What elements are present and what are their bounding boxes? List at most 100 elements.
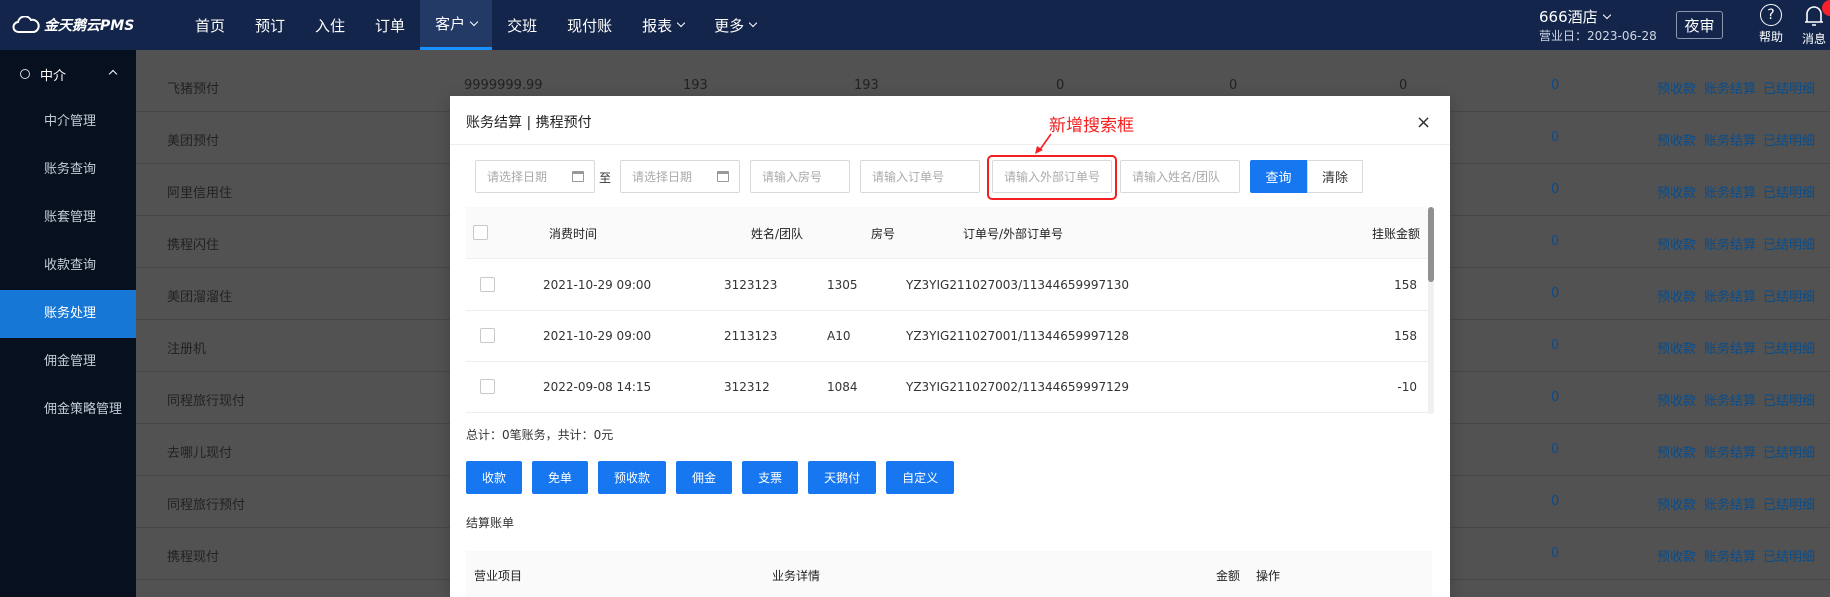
settled-detail-link[interactable]: 已结明细 — [1763, 234, 1815, 253]
column-header-operation: 操作 — [1256, 569, 1281, 583]
cell-value: 193 — [683, 78, 708, 93]
balance-value: 0 — [1551, 182, 1560, 197]
sidebar-item[interactable]: 账务处理 — [0, 290, 136, 338]
settled-detail-link[interactable]: 已结明细 — [1763, 338, 1815, 357]
prepayment-link[interactable]: 预收款 — [1657, 390, 1696, 409]
settlement-link[interactable]: 账务结算 — [1704, 286, 1756, 305]
prepayment-link[interactable]: 预收款 — [1657, 130, 1696, 149]
prepayment-link[interactable]: 预收款 — [1657, 546, 1696, 565]
settlement-link[interactable]: 账务结算 — [1704, 78, 1756, 97]
row-checkbox[interactable] — [480, 328, 495, 343]
query-button[interactable]: 查询 — [1250, 160, 1307, 193]
column-header-amount: 挂账金额 — [1372, 227, 1421, 241]
action-button[interactable]: 佣金 — [676, 461, 733, 494]
nav-item[interactable]: 更多 — [699, 0, 771, 50]
action-button[interactable]: 收款 — [466, 461, 523, 494]
chevron-down-icon — [676, 18, 686, 28]
app-logo[interactable]: 金天鹅云PMS — [12, 14, 134, 36]
help-button[interactable]: ? 帮助 — [1755, 4, 1787, 45]
column-header-detail: 业务详情 — [772, 569, 821, 583]
hotel-selector[interactable]: 666酒店 — [1539, 6, 1611, 27]
nav-item[interactable]: 订单 — [360, 0, 420, 50]
nav-item[interactable]: 报表 — [627, 0, 699, 50]
prepayment-link[interactable]: 预收款 — [1657, 494, 1696, 513]
nav-item[interactable]: 交班 — [492, 0, 552, 50]
settled-detail-link[interactable]: 已结明细 — [1763, 182, 1815, 201]
settlement-link[interactable]: 账务结算 — [1704, 338, 1756, 357]
balance-value: 0 — [1551, 390, 1560, 405]
row-checkbox[interactable] — [480, 379, 495, 394]
settled-detail-link[interactable]: 已结明细 — [1763, 390, 1815, 409]
close-icon[interactable]: × — [1416, 112, 1431, 133]
order-number-input[interactable]: 请输入订单号 — [860, 160, 980, 193]
settled-detail-link[interactable]: 已结明细 — [1763, 286, 1815, 305]
messages-button[interactable]: 消息 — [1798, 0, 1830, 47]
start-date-picker[interactable]: 请选择日期 — [475, 160, 595, 193]
sidebar-item[interactable]: 佣金管理 — [0, 338, 136, 386]
settlement-link[interactable]: 账务结算 — [1704, 546, 1756, 565]
settlement-link[interactable]: 账务结算 — [1704, 494, 1756, 513]
select-all-checkbox[interactable] — [473, 225, 488, 240]
sidebar-item[interactable]: 账务查询 — [0, 146, 136, 194]
balance-value: 0 — [1551, 546, 1560, 561]
nav-item[interactable]: 现付账 — [552, 0, 627, 50]
column-header-settle-amount: 金额 — [1216, 569, 1241, 583]
prepayment-link[interactable]: 预收款 — [1657, 442, 1696, 461]
action-button[interactable]: 支票 — [742, 461, 799, 494]
settled-detail-link[interactable]: 已结明细 — [1763, 442, 1815, 461]
nav-item[interactable]: 入住 — [300, 0, 360, 50]
consume-time: 2021-10-29 09:00 — [543, 278, 652, 292]
name-team-input[interactable]: 请输入姓名/团队 — [1120, 160, 1240, 193]
settlement-modal: 账务结算 | 携程预付 × 请选择日期 至 请选择日期 请输入房号 请输入订单号… — [450, 96, 1450, 597]
scrollbar-thumb[interactable] — [1428, 207, 1434, 282]
balance-value: 0 — [1551, 494, 1560, 509]
settlement-link[interactable]: 账务结算 — [1704, 390, 1756, 409]
row-checkbox[interactable] — [480, 277, 495, 292]
prepayment-link[interactable]: 预收款 — [1657, 78, 1696, 97]
nav-item-label: 客户 — [435, 15, 466, 33]
cell-value: 193 — [854, 78, 879, 93]
billing-table: 消费时间 姓名/团队 房号 订单号/外部订单号 挂账金额 2021-10-29 … — [466, 207, 1432, 414]
order-number: YZ3YIG211027003/11344659997130 — [906, 278, 1129, 292]
prepayment-link[interactable]: 预收款 — [1657, 286, 1696, 305]
room-number-input[interactable]: 请输入房号 — [750, 160, 850, 193]
end-date-placeholder: 请选择日期 — [632, 170, 693, 184]
settled-detail-link[interactable]: 已结明细 — [1763, 494, 1815, 513]
agency-name: 携程闪住 — [167, 238, 220, 253]
night-audit-button[interactable]: 夜审 — [1676, 11, 1723, 39]
nav-item-label: 现付账 — [567, 16, 613, 35]
settlement-table-header: 营业项目 业务详情 金额 操作 — [466, 551, 1432, 597]
sidebar-item[interactable]: 中介管理 — [0, 98, 136, 146]
end-date-picker[interactable]: 请选择日期 — [620, 160, 740, 193]
action-button[interactable]: 自定义 — [886, 461, 955, 494]
sidebar-item[interactable]: 收款查询 — [0, 242, 136, 290]
sidebar-item[interactable]: 佣金策略管理 — [0, 386, 136, 434]
settlement-link[interactable]: 账务结算 — [1704, 442, 1756, 461]
settlement-link[interactable]: 账务结算 — [1704, 182, 1756, 201]
prepayment-link[interactable]: 预收款 — [1657, 182, 1696, 201]
cell-value: 0 — [1229, 78, 1238, 93]
action-button[interactable]: 免单 — [532, 461, 589, 494]
settlement-link[interactable]: 账务结算 — [1704, 234, 1756, 253]
action-button[interactable]: 预收款 — [598, 461, 667, 494]
nav-item[interactable]: 客户 — [420, 0, 493, 50]
settled-detail-link[interactable]: 已结明细 — [1763, 130, 1815, 149]
sidebar-item[interactable]: 账套管理 — [0, 194, 136, 242]
column-header-name: 姓名/团队 — [751, 227, 804, 241]
clear-button[interactable]: 清除 — [1307, 160, 1363, 193]
sidebar-section-header[interactable]: 中介 — [0, 50, 136, 98]
nav-item[interactable]: 首页 — [180, 0, 240, 50]
prepayment-link[interactable]: 预收款 — [1657, 338, 1696, 357]
nav-item[interactable]: 预订 — [240, 0, 300, 50]
settlement-link[interactable]: 账务结算 — [1704, 130, 1756, 149]
nav-item-label: 首页 — [195, 16, 226, 35]
prepayment-link[interactable]: 预收款 — [1657, 234, 1696, 253]
action-button[interactable]: 天鹅付 — [808, 461, 877, 494]
sidebar-items: 中介管理 账务查询 账套管理 收款查询 账务处理 佣金管理 佣金策略管理 — [0, 98, 136, 434]
table-scrollbar[interactable] — [1428, 207, 1434, 414]
settled-detail-link[interactable]: 已结明细 — [1763, 546, 1815, 565]
agency-name: 携程现付 — [167, 550, 220, 565]
user-icon — [20, 69, 30, 79]
balance-value: 0 — [1551, 234, 1560, 249]
settled-detail-link[interactable]: 已结明细 — [1763, 78, 1815, 97]
